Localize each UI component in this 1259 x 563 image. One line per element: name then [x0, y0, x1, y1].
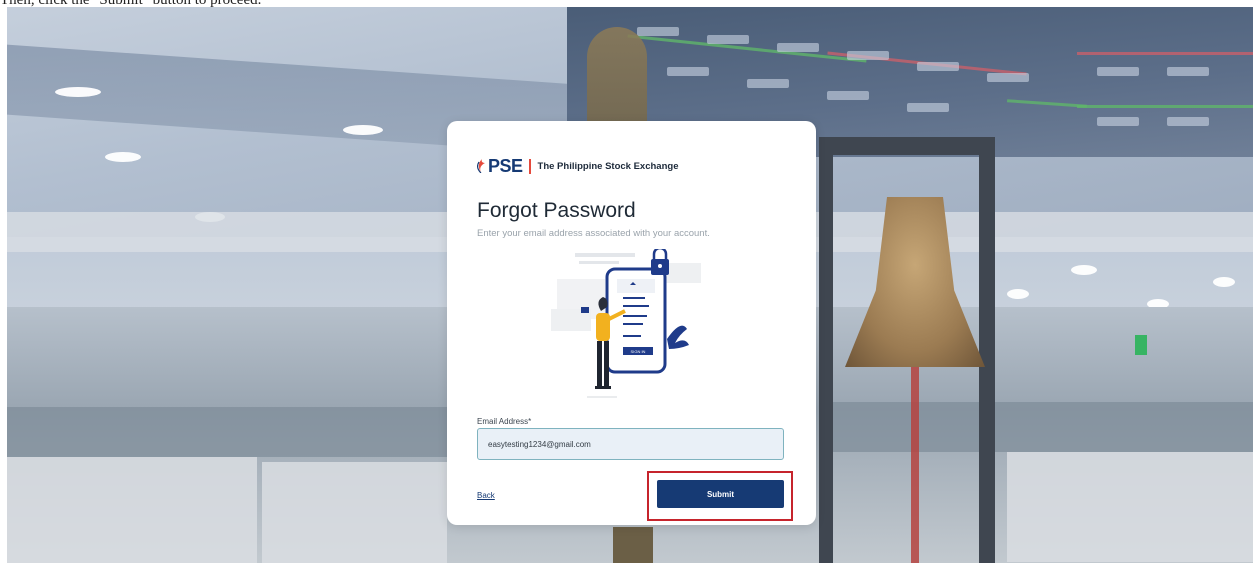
page-subtitle: Enter your email address associated with… — [477, 228, 710, 239]
email-label: Email Address* — [477, 417, 532, 426]
exchange-name: The Philippine Stock Exchange — [537, 160, 679, 172]
phone-login-illustration: SIGN IN — [551, 249, 701, 398]
submit-button[interactable]: Submit — [657, 480, 784, 508]
required-mark: * — [528, 417, 532, 426]
pse-logo: PSE The Philippine Stock Exchange — [477, 156, 678, 176]
forgot-password-card: PSE The Philippine Stock Exchange Forgot… — [447, 121, 816, 525]
logo-text: PSE — [488, 155, 523, 176]
pse-flame-icon — [477, 159, 485, 173]
logo-divider — [528, 158, 531, 174]
phone-signin-label: SIGN IN — [631, 349, 646, 354]
page-title: Forgot Password — [477, 199, 636, 222]
back-link[interactable]: Back — [477, 491, 495, 500]
email-input[interactable] — [477, 428, 784, 460]
